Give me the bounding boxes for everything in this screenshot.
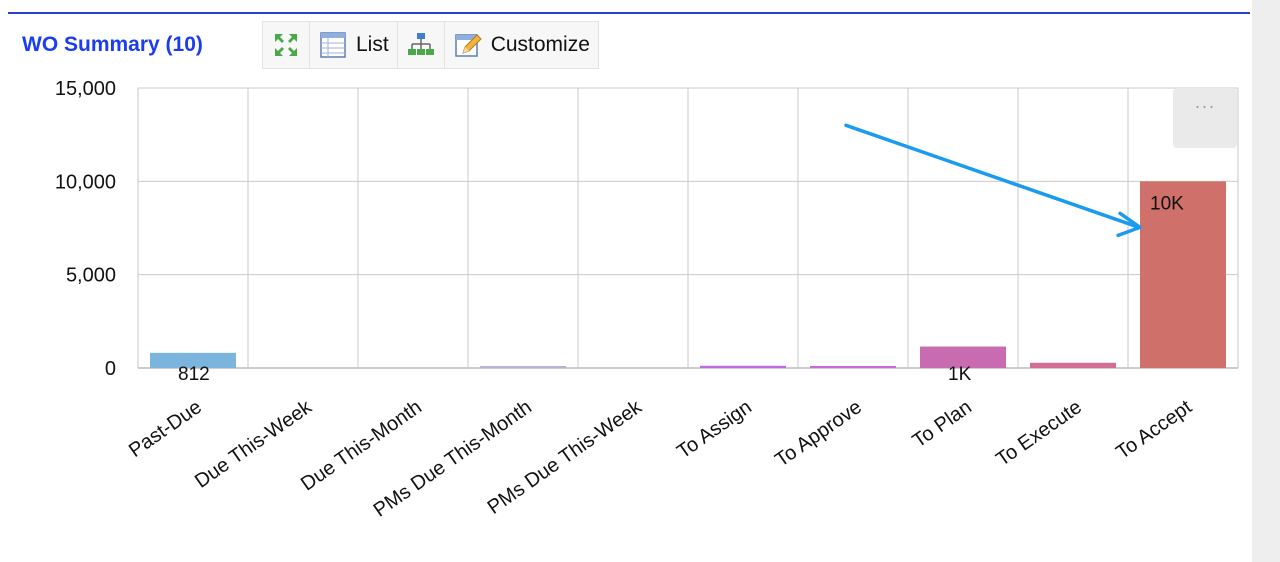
x-category-label: To Assign <box>673 396 756 463</box>
data-label: 812 <box>178 364 210 385</box>
y-tick-label: 5,000 <box>66 265 116 287</box>
x-category-label: To Approve <box>771 396 866 471</box>
y-tick-label: 15,000 <box>55 78 116 100</box>
wo-summary-panel: WO Summary (10) List Customize 0 5,000 1… <box>0 0 1252 562</box>
bar-to-execute[interactable] <box>1030 362 1116 368</box>
more-options-button[interactable]: ··· <box>1173 88 1237 148</box>
bar-pms-due-this-month[interactable] <box>480 366 566 368</box>
x-category-label: To Accept <box>1112 396 1196 464</box>
x-category-label: To Execute <box>992 396 1086 471</box>
annotation-arrow-line <box>844 123 1138 229</box>
x-category-label: Past-Due <box>125 396 206 462</box>
y-tick-label: 0 <box>105 358 116 380</box>
y-tick-label: 10,000 <box>55 171 116 193</box>
bar-to-approve[interactable] <box>810 366 896 368</box>
bar-to-assign[interactable] <box>700 365 786 368</box>
x-category-label: To Plan <box>909 396 976 452</box>
data-label: 1K <box>948 364 972 385</box>
wo-summary-chart: 05,00010,00015,000812Past-DueDue This-We… <box>55 78 1239 522</box>
data-label: 10K <box>1150 193 1184 214</box>
